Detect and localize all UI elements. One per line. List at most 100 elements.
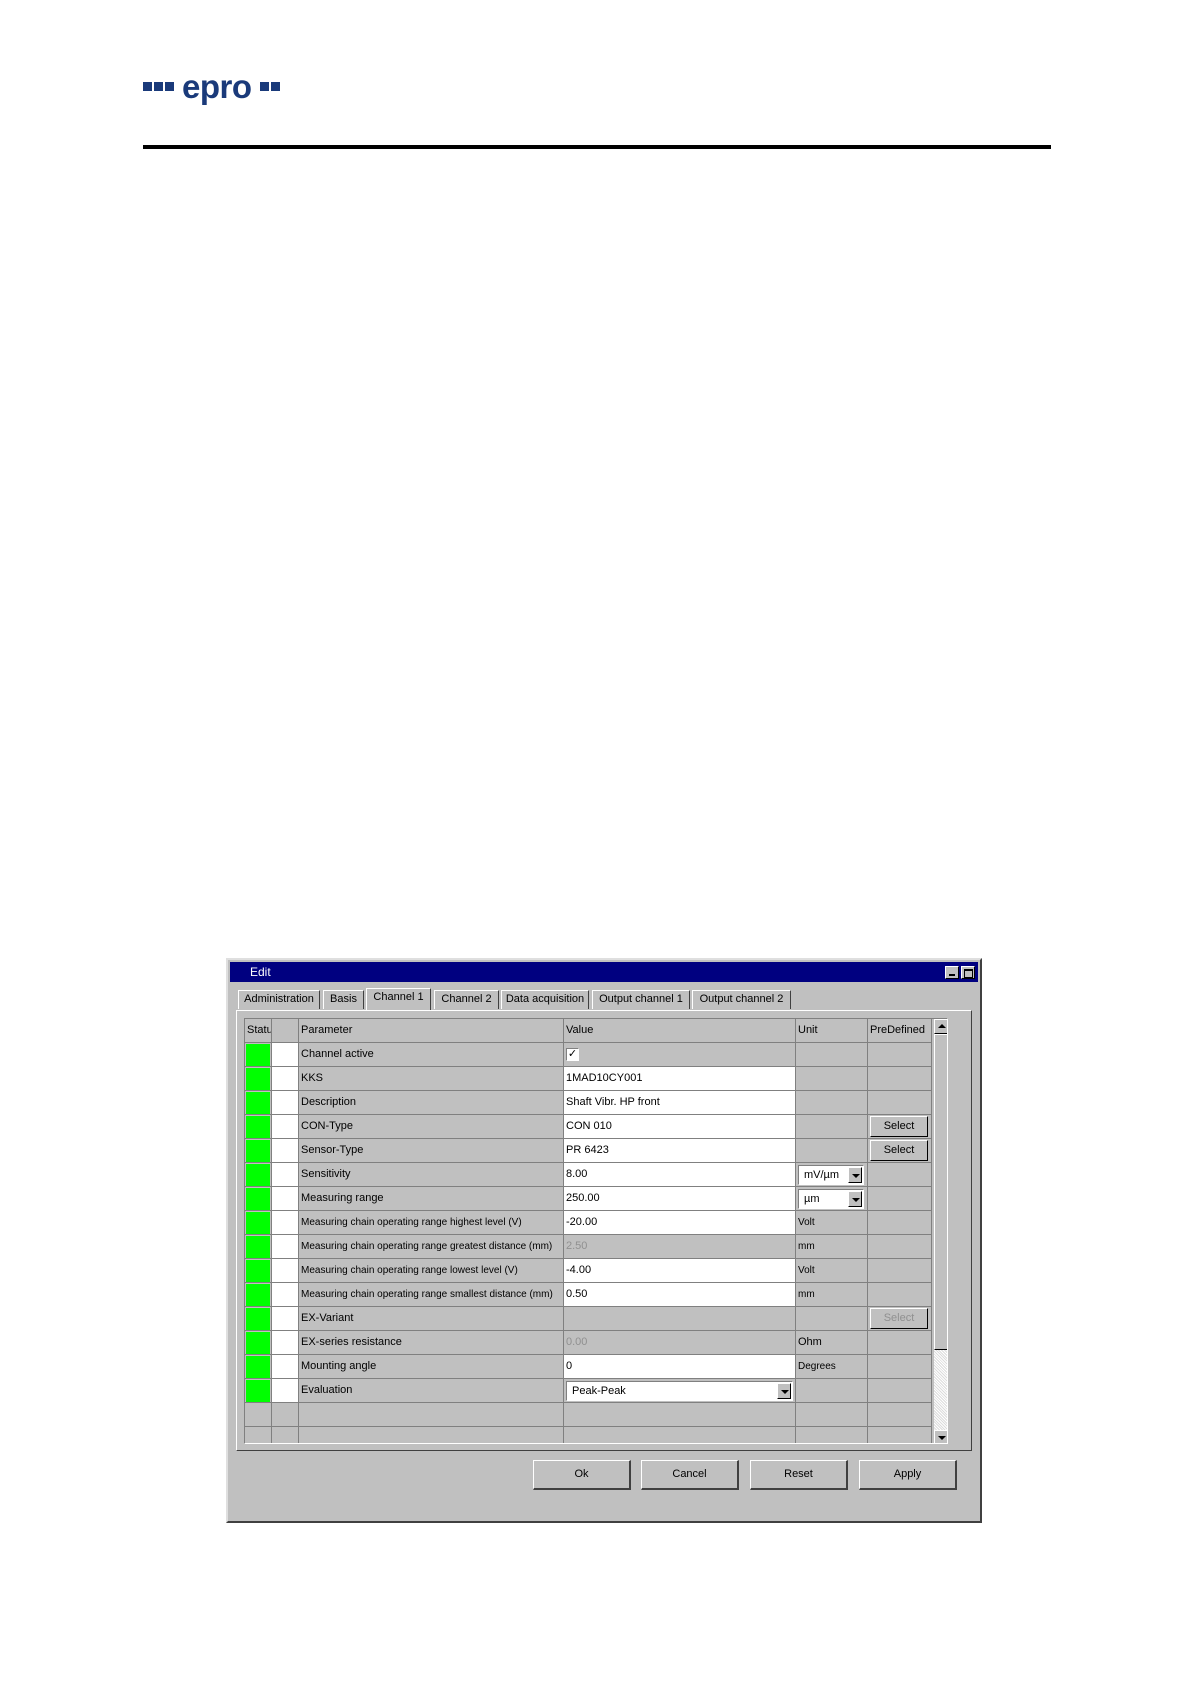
header-unit: Unit: [796, 1019, 868, 1043]
unit-cell: [796, 1115, 868, 1139]
chevron-down-icon[interactable]: [848, 1191, 862, 1207]
tab-channel-2[interactable]: Channel 2: [434, 990, 499, 1009]
scroll-thumb[interactable]: [934, 1034, 947, 1350]
unit-cell: Volt: [796, 1211, 868, 1235]
predefined-cell: Select: [868, 1139, 932, 1163]
chevron-down-icon[interactable]: [848, 1167, 862, 1183]
predefined-cell: [868, 1163, 932, 1187]
smallest-distance-field[interactable]: 0.50: [564, 1283, 796, 1307]
sensor-type-select-button[interactable]: Select: [870, 1140, 928, 1161]
header-rule: [143, 145, 1051, 149]
status-indicator: [246, 1092, 270, 1114]
epro-logo: epro: [143, 66, 280, 106]
ex-variant-select-button[interactable]: Select: [870, 1308, 928, 1329]
parameter-label: EX-Variant: [299, 1307, 564, 1331]
row-marker: [272, 1067, 299, 1091]
tab-panel: Status Parameter Value Unit PreDefined C…: [236, 1010, 972, 1451]
row-marker: [272, 1091, 299, 1115]
parameter-label: Description: [299, 1091, 564, 1115]
row-marker: [272, 1139, 299, 1163]
scroll-up-icon[interactable]: [934, 1019, 947, 1034]
status-indicator: [246, 1308, 270, 1330]
status-cell: [245, 1163, 272, 1187]
kks-field[interactable]: 1MAD10CY001: [564, 1067, 796, 1091]
parameter-label: Measuring chain operating range greatest…: [299, 1235, 564, 1259]
parameter-label: EX-series resistance: [299, 1331, 564, 1355]
value-cell: ✓: [564, 1043, 796, 1067]
unit-cell: [796, 1379, 868, 1403]
status-cell: [245, 1115, 272, 1139]
measuring-range-unit-select[interactable]: µm: [798, 1189, 864, 1209]
tab-administration[interactable]: Administration: [238, 990, 320, 1009]
status-indicator: [246, 1260, 270, 1282]
predefined-cell: [868, 1379, 932, 1403]
row-marker: [272, 1355, 299, 1379]
sensitivity-field[interactable]: 8.00: [564, 1163, 796, 1187]
status-cell: [245, 1091, 272, 1115]
tab-output-channel-2[interactable]: Output channel 2: [692, 990, 791, 1009]
minimize-icon[interactable]: [945, 966, 959, 979]
status-cell: [245, 1067, 272, 1091]
status-indicator: [246, 1332, 270, 1354]
title-bar[interactable]: Edit: [230, 962, 978, 982]
status-indicator: [246, 1284, 270, 1306]
parameter-label: Evaluation: [299, 1379, 564, 1403]
predefined-cell: [868, 1235, 932, 1259]
unit-cell: Volt: [796, 1259, 868, 1283]
predefined-cell: [868, 1187, 932, 1211]
measuring-range-field[interactable]: 250.00: [564, 1187, 796, 1211]
status-cell: [245, 1139, 272, 1163]
unit-cell: mV/µm: [796, 1163, 868, 1187]
predefined-cell: Select: [868, 1115, 932, 1139]
parameter-label: Sensor-Type: [299, 1139, 564, 1163]
apply-button[interactable]: Apply: [859, 1460, 957, 1490]
status-cell: [245, 1379, 272, 1403]
description-field[interactable]: Shaft Vibr. HP front: [564, 1091, 796, 1115]
unit-cell: [796, 1067, 868, 1091]
maximize-icon[interactable]: [961, 966, 975, 979]
status-cell: [245, 1235, 272, 1259]
row-marker: [272, 1043, 299, 1067]
lowest-level-field[interactable]: -4.00: [564, 1259, 796, 1283]
tab-data-acquisition[interactable]: Data acquisition: [501, 990, 589, 1009]
reset-button[interactable]: Reset: [750, 1460, 848, 1490]
sensitivity-unit-select[interactable]: mV/µm: [798, 1165, 864, 1185]
highest-level-field[interactable]: -20.00: [564, 1211, 796, 1235]
con-type-select-button[interactable]: Select: [870, 1116, 928, 1137]
row-marker: [272, 1283, 299, 1307]
tab-basis[interactable]: Basis: [323, 990, 364, 1009]
unit-cell: [796, 1043, 868, 1067]
status-cell: [245, 1259, 272, 1283]
sensitivity-unit-value: mV/µm: [804, 1169, 840, 1181]
unit-cell: [796, 1091, 868, 1115]
con-type-field[interactable]: CON 010: [564, 1115, 796, 1139]
cancel-button[interactable]: Cancel: [641, 1460, 739, 1490]
row-marker: [272, 1115, 299, 1139]
predefined-cell: [868, 1355, 932, 1379]
ok-button[interactable]: Ok: [533, 1460, 631, 1490]
chevron-down-icon[interactable]: [777, 1383, 791, 1399]
row-marker: [272, 1259, 299, 1283]
channel-active-checkbox[interactable]: ✓: [566, 1048, 579, 1061]
status-indicator: [246, 1164, 270, 1186]
sensor-type-field[interactable]: PR 6423: [564, 1139, 796, 1163]
unit-cell: mm: [796, 1283, 868, 1307]
header-blank: [272, 1019, 299, 1043]
predefined-cell: [868, 1331, 932, 1355]
predefined-cell: [868, 1043, 932, 1067]
vertical-scrollbar[interactable]: [934, 1019, 947, 1443]
predefined-cell: [868, 1259, 932, 1283]
mounting-angle-field[interactable]: 0: [564, 1355, 796, 1379]
status-indicator: [246, 1212, 270, 1234]
parameter-label: Measuring chain operating range highest …: [299, 1211, 564, 1235]
status-cell: [245, 1331, 272, 1355]
tab-channel-1[interactable]: Channel 1: [366, 988, 431, 1010]
evaluation-select[interactable]: Peak-Peak: [566, 1381, 793, 1401]
parameter-label: KKS: [299, 1067, 564, 1091]
scroll-down-icon[interactable]: [934, 1430, 947, 1443]
status-cell: [245, 1283, 272, 1307]
status-indicator: [246, 1236, 270, 1258]
predefined-cell: Select: [868, 1307, 932, 1331]
tab-output-channel-1[interactable]: Output channel 1: [592, 990, 690, 1009]
header-predefined: PreDefined: [868, 1019, 932, 1043]
